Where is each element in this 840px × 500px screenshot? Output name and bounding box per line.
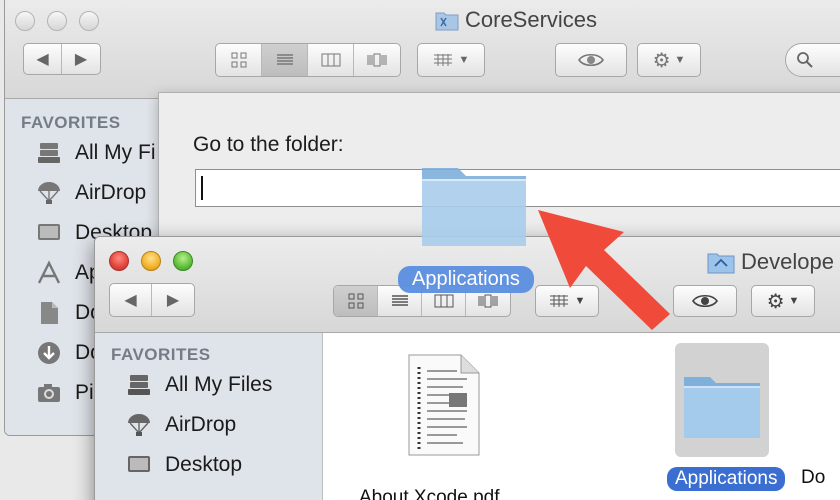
zoom-button[interactable] [79, 11, 99, 31]
file-name-label: Do [801, 467, 826, 488]
pictures-icon [35, 379, 63, 407]
quick-look-button[interactable] [555, 43, 627, 77]
icon-view-icon[interactable] [216, 44, 262, 76]
sidebar-item-all-my-files[interactable]: All My Fi [35, 139, 156, 167]
window-title: CoreServices [435, 7, 597, 33]
zoom-button[interactable] [173, 251, 193, 271]
folder-icon [707, 253, 735, 274]
sidebar-item-applications[interactable]: Ap [35, 259, 101, 287]
forward-arrow-icon[interactable]: ▶ [152, 284, 194, 316]
list-view-icon[interactable] [262, 44, 308, 76]
favorites-heading: FAVORITES [111, 345, 211, 364]
coverflow-view-icon[interactable] [354, 44, 400, 76]
sidebar-item-all-my-files[interactable]: All My Files [125, 371, 272, 399]
sidebar-item-airdrop[interactable]: AirDrop [125, 411, 236, 439]
all-my-files-icon [35, 139, 63, 167]
go-to-folder-label: Go to the folder: [193, 133, 344, 156]
action-button[interactable]: ⚙ ▼ [751, 285, 815, 317]
arrange-grid-icon [433, 54, 452, 66]
close-button[interactable] [15, 11, 35, 31]
sidebar-item-label: Pi [75, 381, 94, 404]
desktop-icon [35, 219, 63, 247]
gear-icon: ⚙ [766, 290, 785, 313]
sidebar-item-airdrop[interactable]: AirDrop [35, 179, 146, 207]
downloads-icon [35, 339, 63, 367]
sidebar-item-label: AirDrop [75, 181, 147, 204]
gear-icon: ⚙ [652, 49, 671, 72]
file-icon-grid: About Xcode.pdf Applications Do [323, 333, 840, 500]
sidebar-item-pictures[interactable]: Pi [35, 379, 94, 407]
back-arrow-icon[interactable]: ◀ [24, 44, 62, 74]
sidebar-item-documents[interactable]: Do [35, 299, 102, 327]
back-arrow-icon[interactable]: ◀ [110, 284, 152, 316]
eye-icon [692, 294, 718, 308]
all-my-files-icon [125, 371, 153, 399]
minimize-button[interactable] [47, 11, 67, 31]
sidebar-item-label: All My Files [165, 373, 273, 396]
window-title-text: CoreServices [465, 7, 598, 32]
window-title-text: Develope [741, 249, 834, 274]
back-forward-control[interactable]: ◀ ▶ [109, 283, 195, 317]
red-arrow-annotation [538, 210, 670, 330]
coreservices-toolbar: CoreServices ◀ ▶ ▼ ⚙ ▼ [5, 0, 840, 99]
chevron-down-icon: ▼ [788, 295, 800, 307]
column-view-icon[interactable] [308, 44, 354, 76]
minimize-button[interactable] [141, 251, 161, 271]
file-item-about-xcode[interactable]: About Xcode.pdf [359, 353, 500, 500]
pdf-document-icon [408, 354, 480, 456]
desktop-icon [125, 451, 153, 479]
folder-icon [684, 377, 760, 438]
back-forward-control[interactable]: ◀ ▶ [23, 43, 101, 75]
window-title: Develope [707, 249, 834, 275]
favorites-heading: FAVORITES [21, 113, 121, 132]
arrange-button[interactable]: ▼ [417, 43, 485, 77]
dragged-folder-icon [422, 168, 526, 246]
folder-icon [435, 12, 459, 31]
sidebar-item-desktop[interactable]: Desktop [125, 451, 242, 479]
forward-arrow-icon[interactable]: ▶ [62, 44, 100, 74]
sidebar-item-downloads[interactable]: Do [35, 339, 102, 367]
applications-icon [35, 259, 63, 287]
airdrop-icon [35, 179, 63, 207]
airdrop-icon [125, 411, 153, 439]
action-button[interactable]: ⚙ ▼ [637, 43, 701, 77]
close-button[interactable] [109, 251, 129, 271]
chevron-down-icon: ▼ [458, 54, 470, 66]
chevron-down-icon: ▼ [674, 54, 686, 66]
documents-icon [35, 299, 63, 327]
eye-icon [578, 53, 604, 67]
text-caret [201, 176, 203, 200]
icon-view-icon[interactable] [334, 286, 378, 316]
sidebar-item-label: Desktop [165, 453, 243, 476]
view-mode-control[interactable] [215, 43, 401, 77]
sidebar-item-label: All My Fi [75, 141, 156, 164]
dragged-item-label: Applications [398, 266, 534, 293]
sidebar-item-label: AirDrop [165, 413, 237, 436]
file-name-label: About Xcode.pdf [359, 487, 500, 500]
file-name-label: Applications [667, 467, 786, 491]
developer-sidebar: FAVORITES All My Files AirDrop Desktop [95, 333, 323, 500]
file-item-applications[interactable] [675, 343, 769, 457]
search-field[interactable] [785, 43, 840, 77]
search-icon [797, 52, 813, 68]
